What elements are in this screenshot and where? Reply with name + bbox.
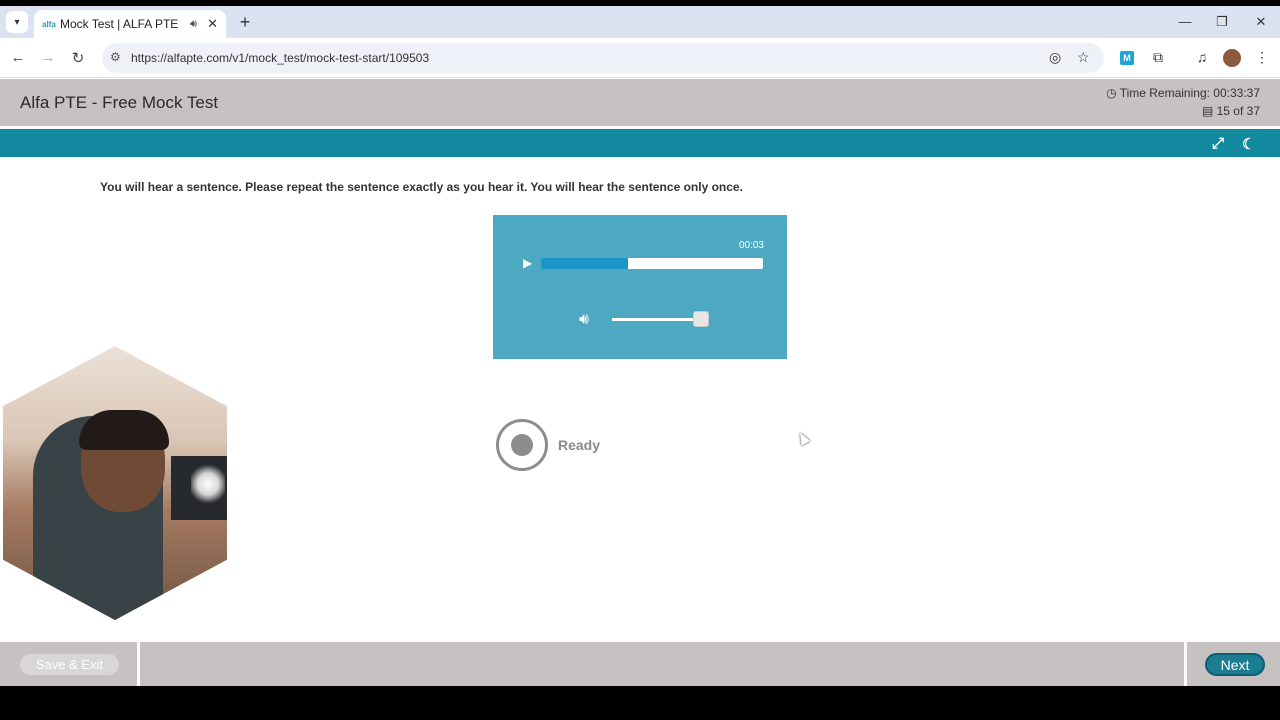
address-bar[interactable]: ⚙ https://alfapte.com/v1/mock_test/mock-…: [102, 43, 1104, 73]
mouse-cursor-icon: [795, 430, 811, 446]
webcam-background-light: [191, 464, 225, 504]
extension-m-icon[interactable]: M: [1120, 51, 1134, 65]
media-control-icon[interactable]: ♫: [1193, 49, 1211, 65]
minimize-icon[interactable]: —: [1177, 14, 1193, 29]
question-list-icon: ▤: [1201, 104, 1217, 118]
tab-audio-icon[interactable]: 🔊︎: [190, 18, 197, 31]
page-title: Alfa PTE - Free Mock Test: [20, 93, 219, 112]
browser-toolbar: ← → ↻ ⚙ https://alfapte.com/v1/mock_test…: [0, 38, 1280, 78]
next-button[interactable]: Next: [1205, 653, 1265, 676]
question-counter-text: 15 of 37: [1216, 104, 1260, 118]
time-remaining: ◷ Time Remaining: 00:33:37: [1106, 86, 1260, 100]
toolbar-strip: ⤢ ☾: [0, 129, 1280, 157]
browser-tab-active[interactable]: alfa Mock Test | ALFA PTE 🔊︎ ✕: [34, 10, 226, 38]
bookmark-star-icon[interactable]: ☆: [1077, 49, 1090, 66]
tab-close-icon[interactable]: ✕: [207, 16, 218, 32]
url-text: https://alfapte.com/v1/mock_test/mock-te…: [131, 51, 430, 65]
new-tab-button[interactable]: +: [236, 12, 254, 33]
browser-tab-strip: ▾ alfa Mock Test | ALFA PTE 🔊︎ ✕ + — ❐ ✕: [0, 6, 1280, 38]
screen: ▾ alfa Mock Test | ALFA PTE 🔊︎ ✕ + — ❐ ✕…: [0, 6, 1280, 686]
site-favicon-icon: alfa: [42, 19, 56, 29]
time-remaining-text: Time Remaining: 00:33:37: [1119, 86, 1260, 100]
audio-player: 00:03 ▶ 🔊︎: [493, 215, 787, 359]
record-dot-icon: [511, 434, 533, 456]
test-footer: Save & Exit Next: [0, 642, 1280, 686]
test-header: Alfa PTE - Free Mock Test ◷ Time Remaini…: [0, 79, 1280, 126]
reload-icon[interactable]: ↻: [69, 49, 87, 67]
theme-toggle-icon[interactable]: ☾: [1242, 135, 1255, 153]
fullscreen-icon[interactable]: ⤢: [1212, 135, 1224, 152]
question-instruction: You will hear a sentence. Please repeat …: [100, 180, 743, 194]
back-icon[interactable]: ←: [9, 49, 27, 66]
audio-progress-fill: [541, 258, 628, 269]
browser-menu-icon[interactable]: ⋮: [1253, 49, 1271, 66]
volume-slider-track[interactable]: [612, 318, 704, 321]
volume-icon[interactable]: 🔊︎: [579, 311, 589, 329]
tab-title: Mock Test | ALFA PTE: [60, 17, 179, 31]
record-indicator: [496, 419, 548, 471]
audio-time: 00:03: [738, 240, 764, 251]
footer-divider-right: [1184, 642, 1187, 686]
save-exit-button[interactable]: Save & Exit: [20, 654, 119, 675]
play-icon[interactable]: ▶: [523, 256, 532, 270]
profile-avatar[interactable]: [1223, 49, 1241, 67]
restore-icon[interactable]: ❐: [1214, 14, 1230, 30]
footer-divider-left: [137, 642, 140, 686]
audio-progress-bar[interactable]: [541, 258, 763, 269]
clock-icon: ◷: [1106, 86, 1120, 100]
site-info-icon[interactable]: ⚙: [110, 50, 121, 64]
question-counter: ▤ 15 of 37: [1202, 104, 1260, 118]
webcam-preview: [3, 346, 227, 620]
volume-slider-handle[interactable]: [693, 311, 710, 327]
tab-search-button[interactable]: ▾: [6, 11, 28, 33]
extensions-puzzle-icon[interactable]: ⧉: [1149, 49, 1167, 66]
forward-icon[interactable]: →: [39, 49, 57, 66]
window-close-icon[interactable]: ✕: [1253, 14, 1269, 30]
eye-off-icon[interactable]: ◎: [1049, 49, 1061, 66]
record-status: Ready: [558, 437, 601, 453]
webcam-person-hair: [79, 410, 169, 450]
